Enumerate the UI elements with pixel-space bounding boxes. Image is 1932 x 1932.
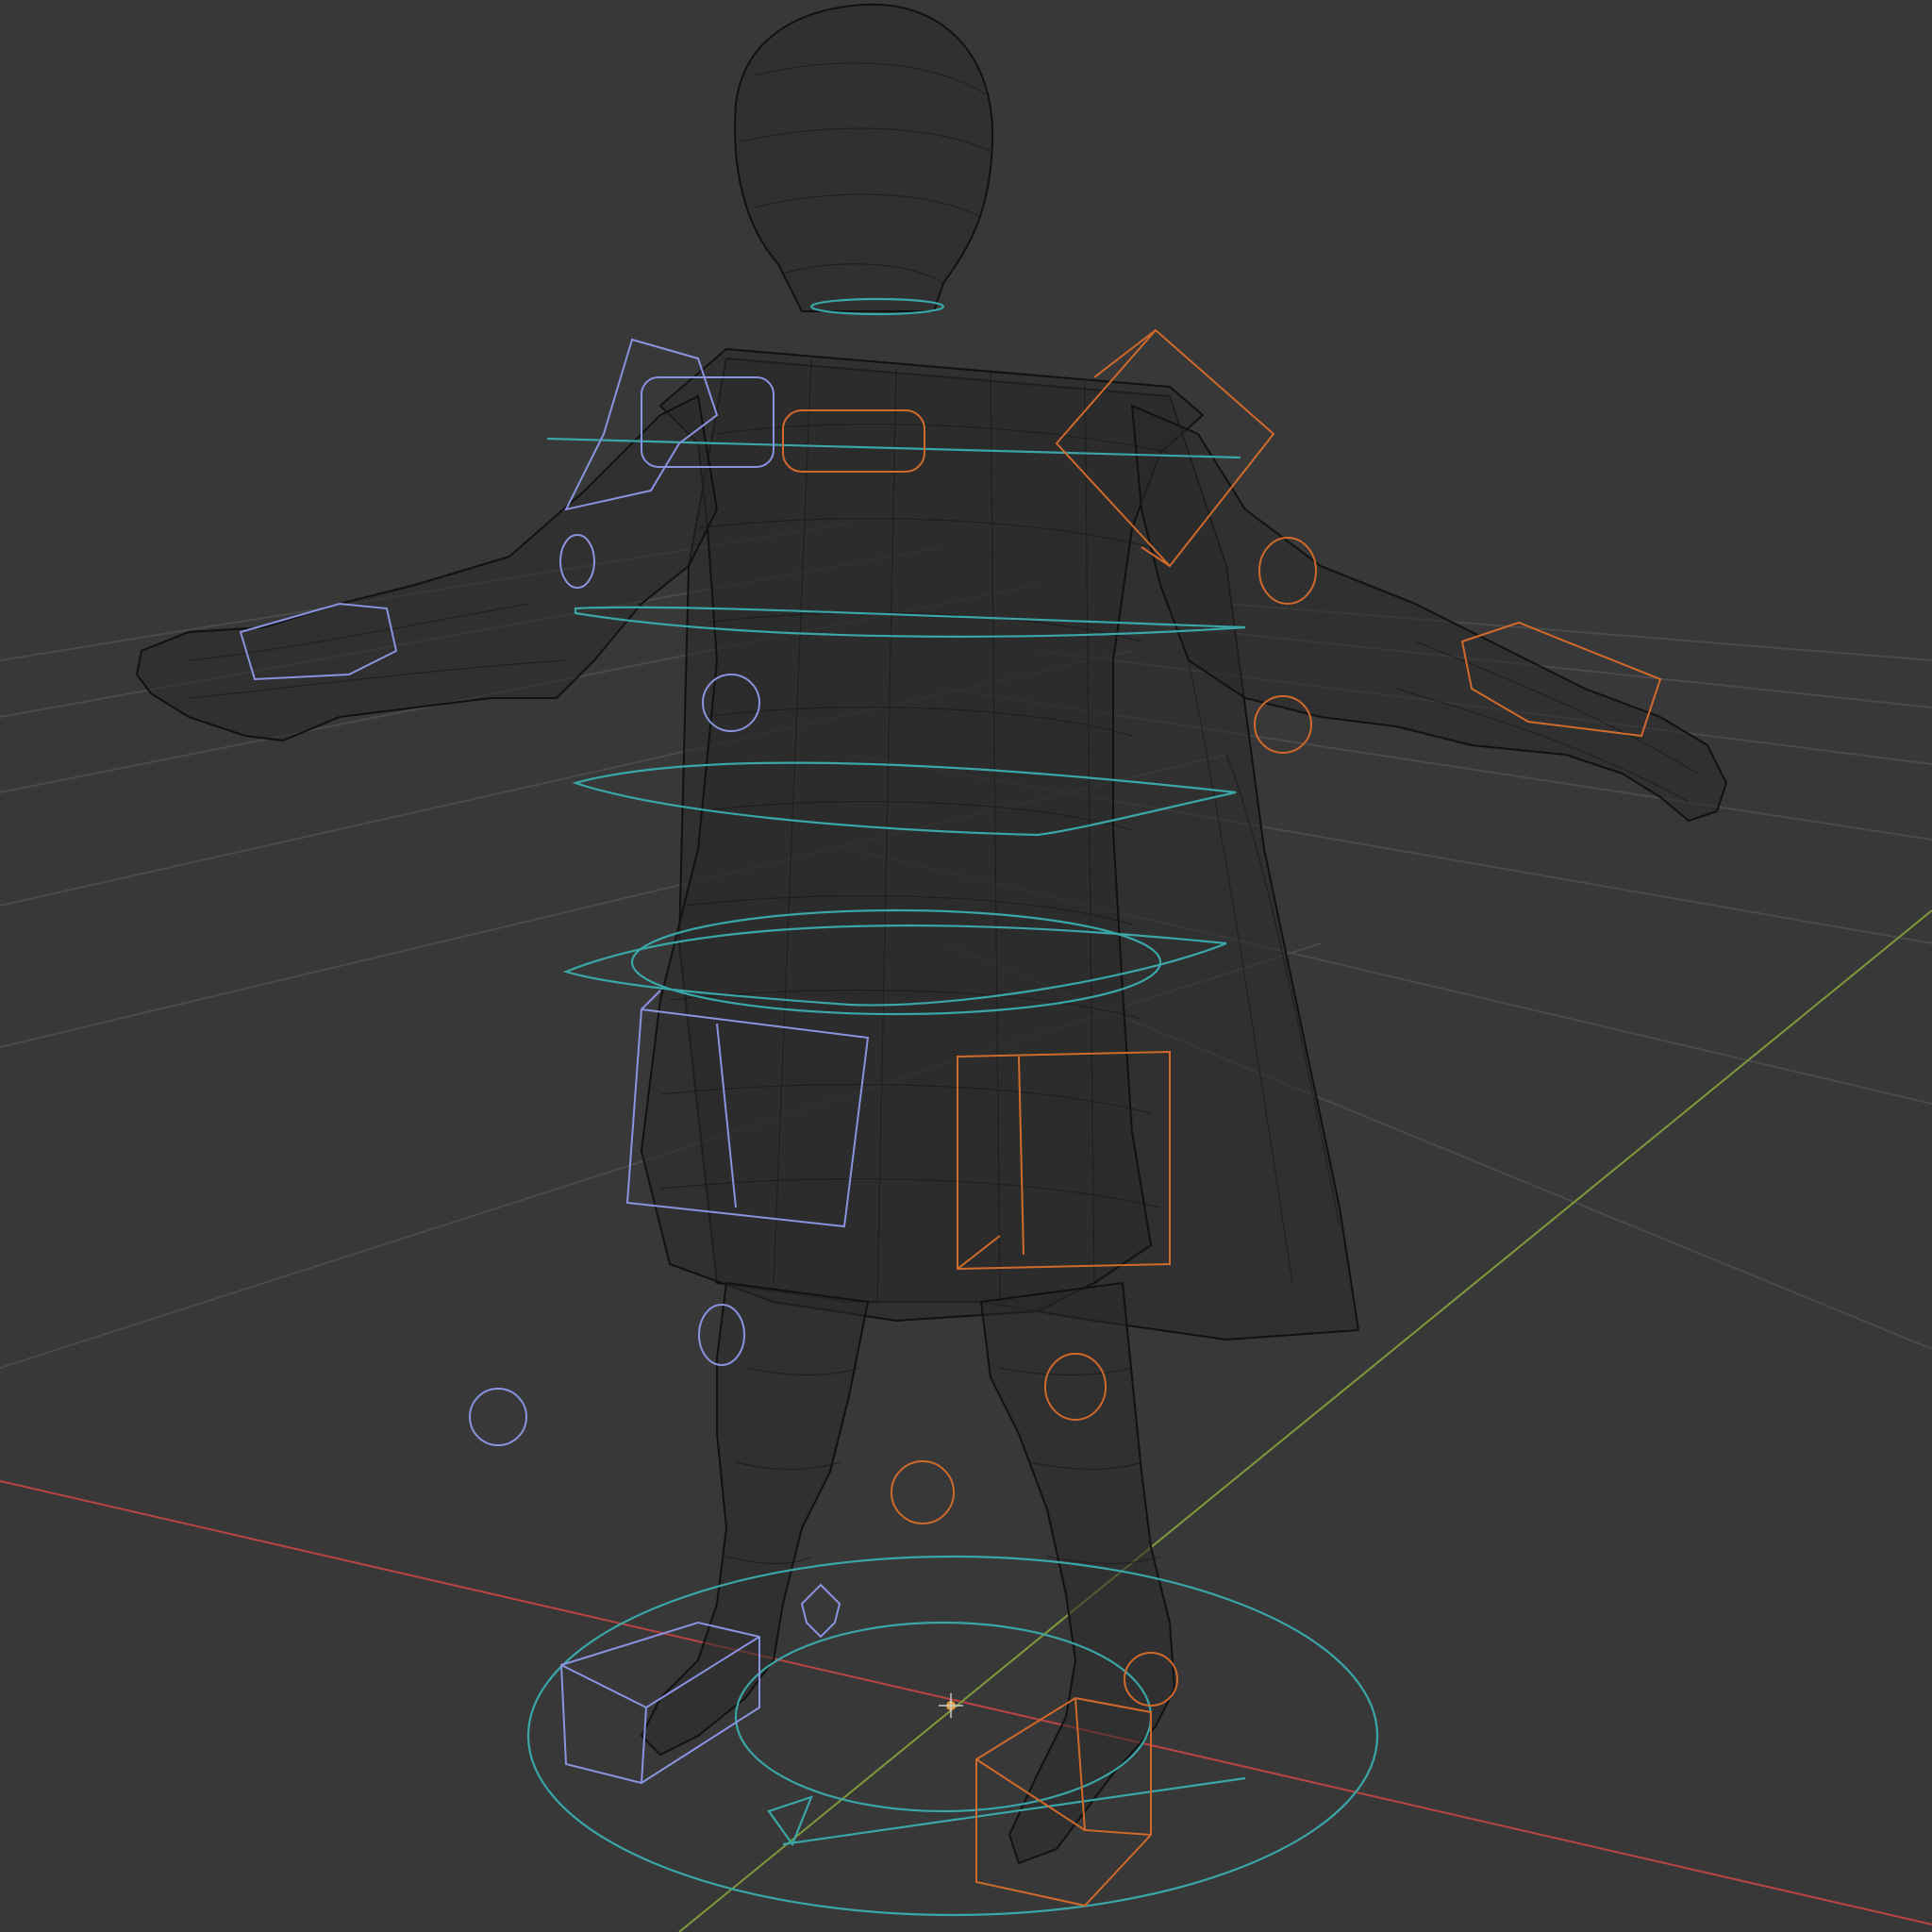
right-knee-pole-control[interactable] bbox=[891, 1460, 955, 1524]
3d-viewport[interactable] bbox=[0, 0, 1932, 1932]
left-arm-mesh bbox=[135, 394, 719, 742]
left-leg-mesh bbox=[640, 1281, 870, 1757]
left-knee-pole-control[interactable] bbox=[469, 1388, 527, 1446]
head-mesh bbox=[734, 3, 994, 312]
left-heel-control[interactable] bbox=[800, 1583, 841, 1639]
root-direction-control[interactable] bbox=[767, 1776, 1246, 1847]
character-mesh[interactable] bbox=[135, 3, 1728, 1865]
x-axis-line bbox=[0, 1480, 1932, 1925]
